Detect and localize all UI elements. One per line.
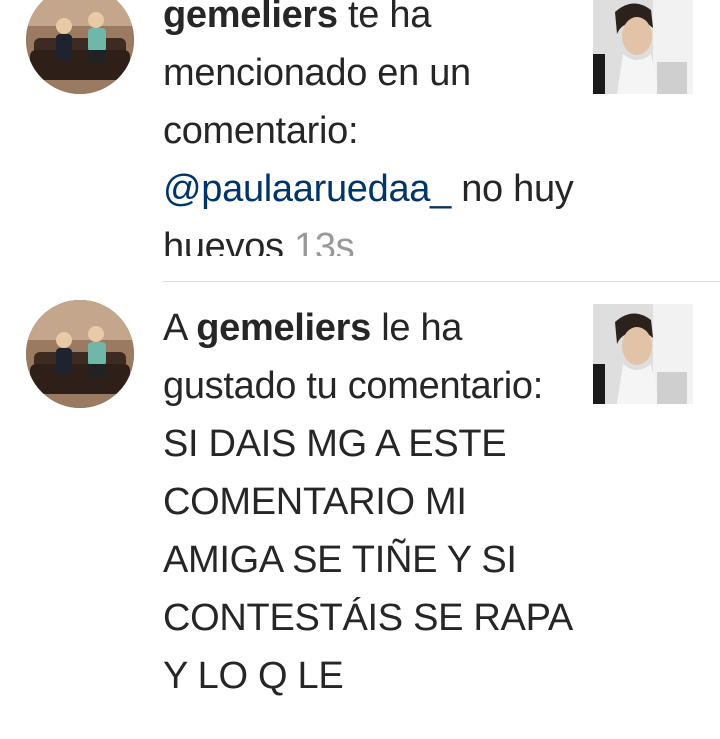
username-link[interactable]: gemeliers: [163, 0, 338, 36]
timestamp: 13s: [283, 226, 355, 256]
post-thumbnail-photo: [593, 0, 693, 94]
post-thumbnail[interactable]: [593, 304, 693, 404]
notification-item-like[interactable]: A gemeliers le ha gustado tu comentario:…: [0, 282, 720, 734]
avatar-photo: [26, 300, 134, 408]
username-link[interactable]: gemeliers: [196, 307, 371, 349]
user-avatar[interactable]: [26, 300, 134, 408]
mention-link[interactable]: @paulaaruedaa_: [163, 168, 451, 210]
notification-text: A gemeliers le ha gustado tu comentario:…: [163, 299, 583, 739]
user-avatar[interactable]: [26, 0, 134, 94]
notification-item-mention[interactable]: gemeliers te ha mencionado en un comenta…: [0, 0, 720, 281]
notification-text: gemeliers te ha mencionado en un comenta…: [163, 0, 583, 256]
avatar-photo: [26, 0, 134, 94]
post-thumbnail-photo: [593, 304, 693, 404]
notification-prefix: A: [163, 307, 197, 349]
comment-text: SI DAIS MG A ESTE COMENTARIO MI AMIGA SE…: [163, 423, 571, 697]
post-thumbnail[interactable]: [593, 0, 693, 94]
